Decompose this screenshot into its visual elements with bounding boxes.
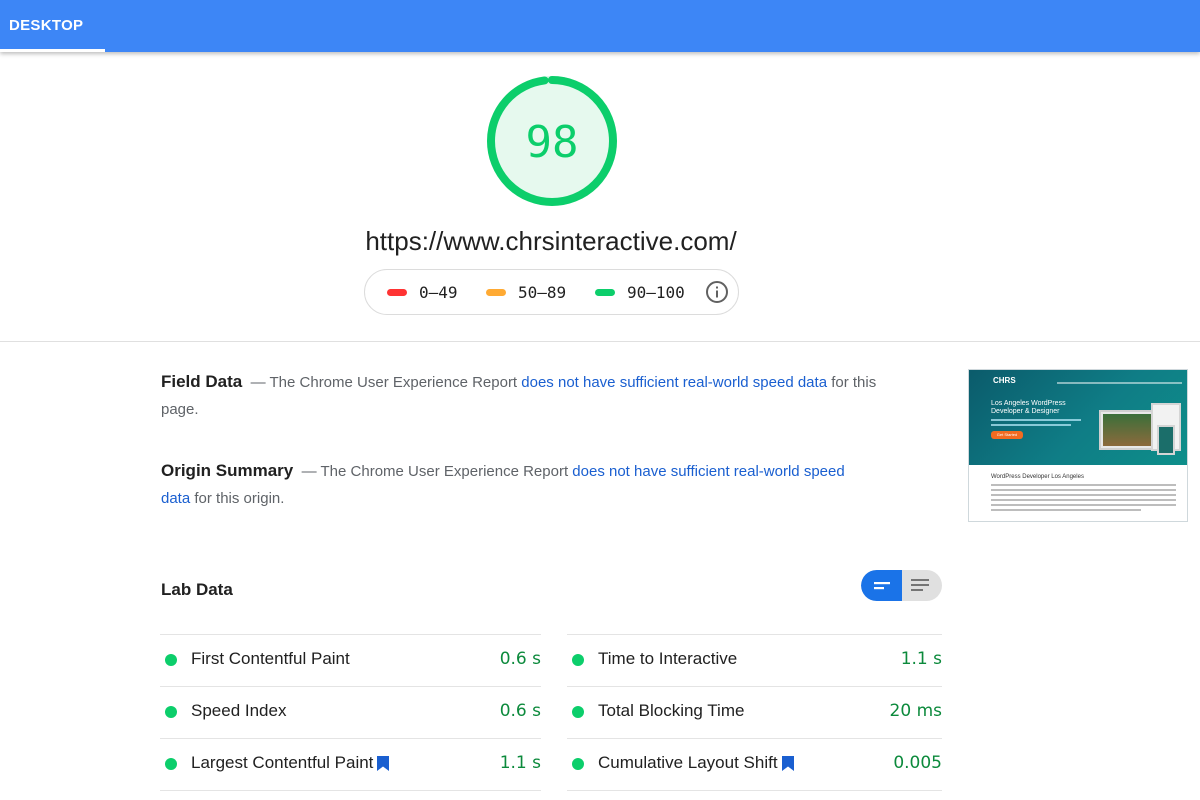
metric-name: Total Blocking Time bbox=[598, 701, 745, 720]
thumb-body-text bbox=[991, 489, 1176, 491]
pass-indicator-icon bbox=[165, 654, 177, 666]
thumb-device-laptop-screen bbox=[1103, 414, 1155, 446]
thumb-body-text bbox=[991, 504, 1176, 506]
metric-time-to-interactive: Time to Interactive 1.1 s bbox=[567, 634, 942, 686]
pass-indicator-icon bbox=[572, 706, 584, 718]
pass-indicator-icon bbox=[572, 654, 584, 666]
thumb-section-title: WordPress Developer Los Angeles bbox=[991, 474, 1084, 480]
legend-pass-label: 90–100 bbox=[627, 283, 685, 302]
pass-indicator-icon bbox=[165, 758, 177, 770]
metrics-view-toggle[interactable] bbox=[861, 570, 942, 601]
tab-active-indicator bbox=[0, 49, 105, 52]
legend-pass-marker bbox=[595, 289, 615, 296]
lab-data-title: Lab Data bbox=[161, 580, 233, 599]
metric-cumulative-layout-shift: Cumulative Layout Shift 0.005 bbox=[567, 738, 942, 790]
toggle-summary-view[interactable] bbox=[861, 570, 902, 601]
thumb-hero-title: Los Angeles WordPress Developer & Design… bbox=[991, 400, 1066, 415]
top-bar: DESKTOP bbox=[0, 0, 1200, 52]
legend-fail-marker bbox=[387, 289, 407, 296]
metric-name: Speed Index bbox=[191, 701, 287, 720]
origin-summary-text: The Chrome User Experience Report bbox=[320, 463, 569, 480]
thumb-logo: CHRS bbox=[993, 376, 1016, 385]
metric-value: 1.1 s bbox=[900, 649, 942, 669]
legend-fail-label: 0–49 bbox=[419, 283, 458, 302]
metric-largest-contentful-paint: Largest Contentful Paint 1.1 s bbox=[160, 738, 541, 790]
thumb-body-text bbox=[991, 499, 1176, 501]
metric-value: 0.6 s bbox=[499, 701, 541, 721]
core-web-vital-bookmark-icon bbox=[781, 755, 794, 771]
origin-summary-section: Origin Summary — The Chrome User Experie… bbox=[161, 457, 871, 512]
tab-desktop-label: DESKTOP bbox=[9, 17, 84, 34]
metric-name: Time to Interactive bbox=[598, 649, 738, 668]
metric-name-wrap: Cumulative Layout Shift bbox=[598, 753, 794, 773]
metric-name: Largest Contentful Paint bbox=[191, 753, 374, 772]
thumb-body-text bbox=[991, 509, 1141, 511]
page-screenshot-thumbnail: CHRS Los Angeles WordPress Developer & D… bbox=[968, 369, 1188, 522]
tab-desktop[interactable]: DESKTOP bbox=[0, 0, 105, 52]
metric-value: 0.005 bbox=[893, 753, 942, 773]
thumb-hero-subtext bbox=[991, 419, 1081, 421]
metric-total-blocking-time: Total Blocking Time 20 ms bbox=[567, 686, 942, 738]
field-data-title: Field Data bbox=[161, 372, 243, 391]
tested-url: https://www.chrsinteractive.com/ bbox=[365, 226, 737, 256]
legend-average-label: 50–89 bbox=[518, 283, 567, 302]
metric-name: First Contentful Paint bbox=[191, 649, 350, 668]
origin-summary-text-after: for this origin. bbox=[194, 490, 285, 507]
pass-indicator-icon bbox=[165, 706, 177, 718]
metric-value: 1.1 s bbox=[499, 753, 541, 773]
legend-item-fail: 0–49 bbox=[387, 283, 458, 302]
legend-average-marker bbox=[486, 289, 506, 296]
metric-value: 0.6 s bbox=[499, 649, 541, 669]
core-web-vital-bookmark-icon bbox=[377, 755, 390, 771]
metric-value: 20 ms bbox=[889, 701, 942, 721]
origin-summary-dash: — bbox=[301, 463, 317, 480]
score-legend: 0–49 50–89 90–100 bbox=[364, 269, 739, 315]
thumb-device-phone bbox=[1157, 425, 1175, 455]
metric-speed-index: Speed Index 0.6 s bbox=[160, 686, 541, 738]
thumb-body-text bbox=[991, 484, 1176, 486]
metric-divider bbox=[160, 790, 541, 791]
list-view-icon bbox=[911, 579, 929, 591]
metric-name-wrap: Largest Contentful Paint bbox=[191, 753, 390, 773]
metric-first-contentful-paint: First Contentful Paint 0.6 s bbox=[160, 634, 541, 686]
thumb-hero-subtext bbox=[991, 424, 1071, 426]
performance-score: 98 bbox=[525, 116, 579, 168]
thumb-cta-button: Get Started bbox=[991, 431, 1023, 439]
pass-indicator-icon bbox=[572, 758, 584, 770]
origin-summary-title: Origin Summary bbox=[161, 461, 294, 480]
field-data-section: Field Data — The Chrome User Experience … bbox=[161, 368, 881, 423]
field-data-text: The Chrome User Experience Report bbox=[269, 374, 518, 391]
legend-item-pass: 90–100 bbox=[595, 283, 685, 302]
summary-view-icon bbox=[874, 582, 890, 590]
thumb-body-text bbox=[991, 494, 1176, 496]
legend-item-average: 50–89 bbox=[486, 283, 566, 302]
field-data-dash: — bbox=[250, 374, 266, 391]
toggle-detail-view[interactable] bbox=[902, 570, 942, 601]
thumb-nav bbox=[1057, 382, 1182, 384]
metric-divider bbox=[567, 790, 942, 791]
metric-name: Cumulative Layout Shift bbox=[598, 753, 778, 772]
info-icon[interactable] bbox=[705, 280, 729, 304]
section-divider bbox=[0, 341, 1200, 342]
field-data-link[interactable]: does not have sufficient real-world spee… bbox=[521, 374, 827, 391]
